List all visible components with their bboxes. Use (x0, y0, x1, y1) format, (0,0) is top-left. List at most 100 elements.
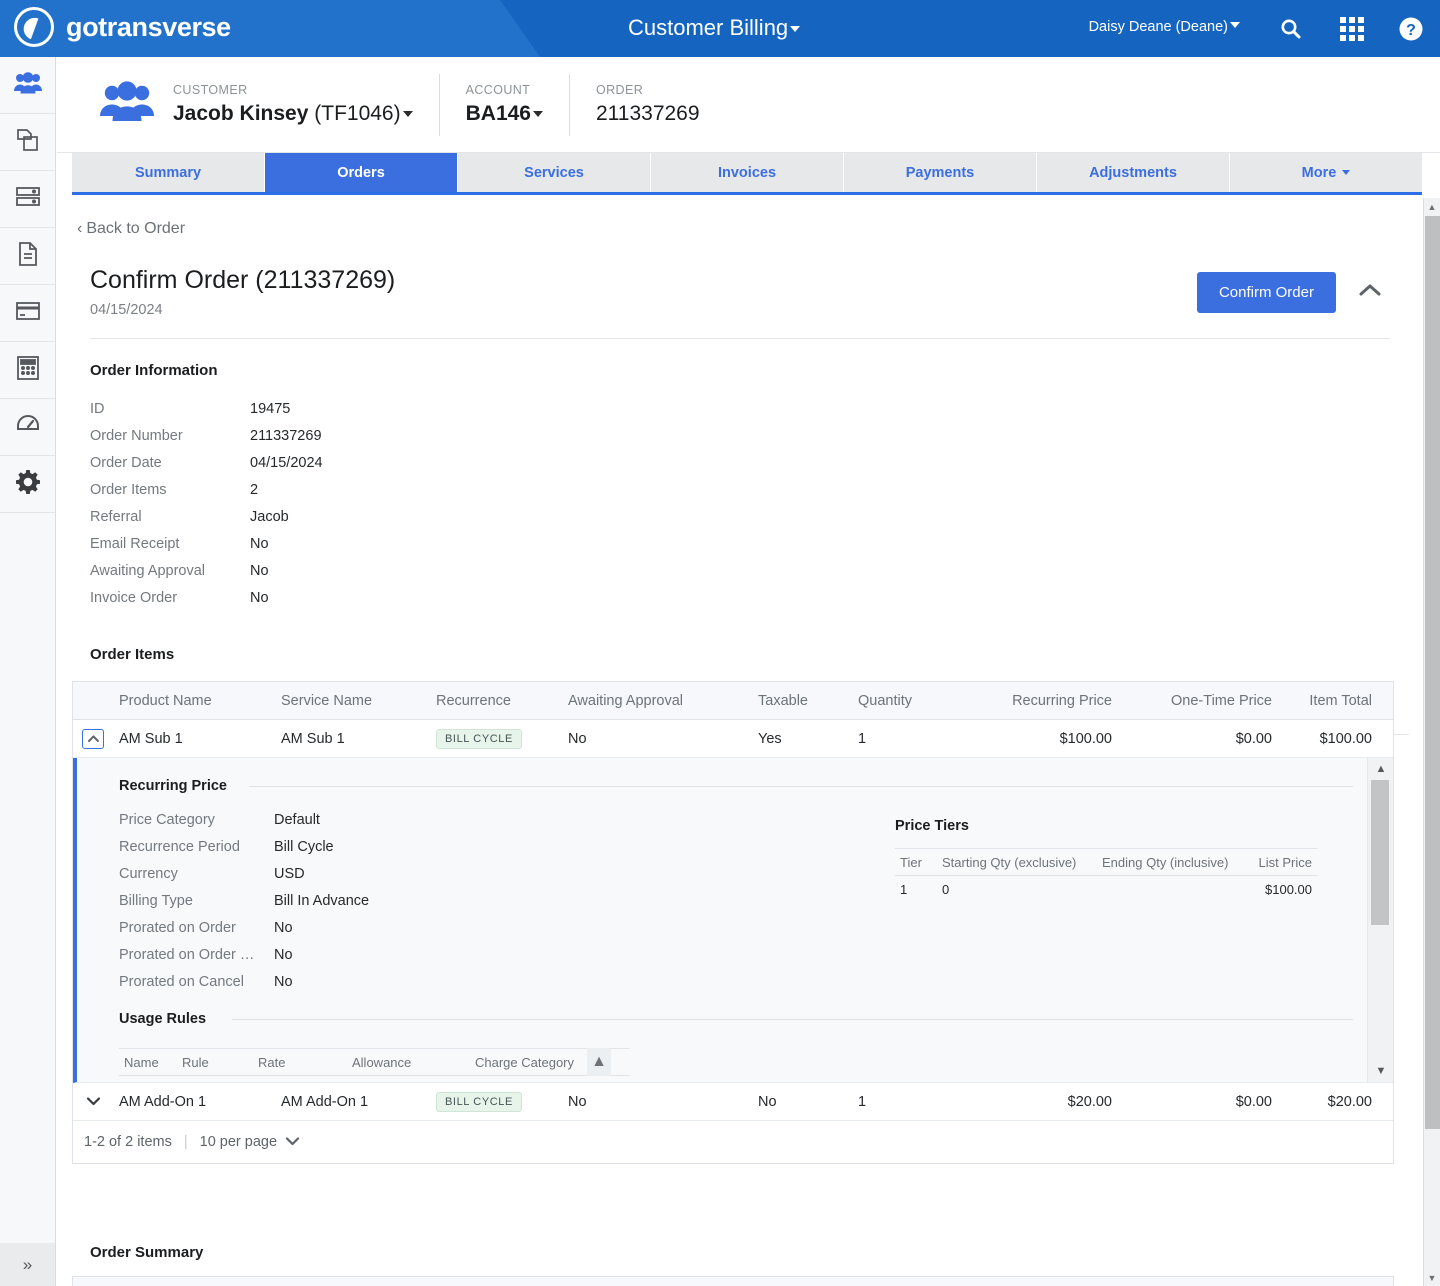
left-rail: » (0, 57, 56, 1286)
column-header-charge-category[interactable]: Charge Category (470, 1055, 587, 1070)
order-summary-heading: Order Summary (90, 1244, 204, 1261)
cell-one-time-price: $0.00 (1235, 1093, 1272, 1110)
order-items-heading: Order Items (90, 646, 175, 663)
sidebar-item-documents[interactable] (0, 228, 55, 285)
detail-value: Bill Cycle (274, 838, 334, 855)
apps-grid-icon[interactable] (1337, 14, 1367, 44)
scroll-up-icon[interactable]: ▲ (1424, 198, 1440, 215)
scroll-down-icon[interactable]: ▼ (1368, 1062, 1393, 1080)
column-header-allowance[interactable]: Allowance (347, 1055, 470, 1070)
row-detail-content: Recurring Price Price Category Default Re… (77, 758, 1367, 1082)
collapse-card-icon[interactable] (1357, 282, 1383, 303)
help-icon[interactable]: ? (1396, 14, 1426, 44)
sidebar-item-customers[interactable] (0, 57, 55, 114)
tab-orders[interactable]: Orders (265, 153, 458, 192)
per-page-select[interactable]: 10 per page (200, 1134, 300, 1150)
detail-row: Price Category Default (119, 806, 369, 833)
tab-payments[interactable]: Payments (844, 153, 1037, 192)
detail-scrollbar[interactable]: ▲ ▼ (1367, 758, 1393, 1082)
row-expand-button[interactable] (73, 1094, 113, 1109)
chevron-down-icon[interactable] (86, 1094, 101, 1109)
chevron-up-icon[interactable] (82, 728, 104, 749)
sidebar-item-settings[interactable] (0, 456, 55, 513)
page-scrollbar[interactable]: ▲ ▼ (1423, 198, 1440, 1286)
chevron-down-icon[interactable] (532, 111, 543, 117)
context-divider (568, 73, 570, 136)
table-row[interactable]: AM Add-On 1 AM Add-On 1 BILL CYCLE No No… (73, 1083, 1393, 1121)
scroll-down-icon[interactable]: ▼ (1424, 1269, 1440, 1286)
info-row: Order Items 2 (90, 476, 323, 503)
column-header-recurring-price[interactable]: Recurring Price (952, 693, 1118, 709)
info-key: Order Items (90, 481, 167, 498)
chevron-down-icon (285, 1134, 300, 1150)
column-header-name[interactable]: Name (119, 1055, 177, 1070)
info-row: Email Receipt No (90, 530, 323, 557)
column-header-rule[interactable]: Rule (177, 1055, 253, 1070)
cell-quantity: 1 (858, 1093, 867, 1110)
column-header-recurrence[interactable]: Recurrence (430, 693, 562, 709)
sort-ascending-icon[interactable]: ▲ (587, 1048, 611, 1076)
info-value: No (250, 562, 269, 579)
cell-starting-qty: 0 (942, 881, 950, 897)
calculator-icon (16, 355, 40, 386)
detail-scrollbar-thumb[interactable] (1371, 780, 1389, 925)
app-title-menu[interactable]: Customer Billing (628, 15, 801, 41)
account-label: ACCOUNT (465, 83, 531, 97)
detail-key: Prorated on Order (119, 919, 236, 936)
sidebar-item-dashboards[interactable] (0, 399, 55, 456)
row-collapse-button[interactable] (73, 728, 113, 749)
sidebar-item-billing[interactable] (0, 342, 55, 399)
customer-label: CUSTOMER (173, 83, 248, 97)
sidebar-item-servers[interactable] (0, 171, 55, 228)
page-scrollbar-thumb[interactable] (1425, 216, 1440, 1129)
column-header-taxable[interactable]: Taxable (752, 693, 852, 709)
tab-summary[interactable]: Summary (72, 153, 265, 192)
info-value: No (250, 535, 269, 552)
column-header-one-time-price[interactable]: One-Time Price (1118, 693, 1278, 709)
column-header-service-name[interactable]: Service Name (275, 693, 430, 709)
confirm-order-button[interactable]: Confirm Order (1196, 272, 1336, 313)
customer-name: Jacob Kinsey (173, 102, 309, 125)
column-header-product-name[interactable]: Product Name (113, 693, 275, 709)
recurrence-badge: BILL CYCLE (436, 1091, 522, 1112)
recurring-price-rule (249, 786, 1353, 787)
per-page-label: 10 per page (199, 1134, 278, 1150)
column-header-rate[interactable]: Rate (253, 1055, 347, 1070)
info-key: ID (90, 400, 105, 417)
order-summary-grid-header (72, 1276, 1394, 1286)
sidebar-item-payments[interactable] (0, 285, 55, 342)
gauge-icon (15, 413, 41, 442)
account-context[interactable]: ACCOUNT BA146 (466, 83, 543, 126)
column-header-starting-qty: Starting Qty (exclusive) (942, 854, 1077, 870)
back-to-order-link[interactable]: ‹ Back to Order (77, 220, 185, 238)
sidebar-item-products[interactable] (0, 114, 55, 171)
sidebar-expand-button[interactable]: » (0, 1243, 55, 1286)
column-header-awaiting-approval[interactable]: Awaiting Approval (562, 693, 752, 709)
user-menu[interactable]: Daisy Deane (Deane) (1089, 19, 1240, 35)
app-title-label: Customer Billing (628, 15, 789, 40)
scroll-up-icon[interactable]: ▲ (1368, 760, 1393, 778)
tab-invoices[interactable]: Invoices (651, 153, 844, 192)
table-row[interactable]: AM Sub 1 AM Sub 1 BILL CYCLE No Yes 1 $1… (73, 720, 1393, 758)
column-header-quantity[interactable]: Quantity (852, 693, 952, 709)
info-value: 2 (250, 481, 259, 498)
info-row: Order Date 04/15/2024 (90, 449, 323, 476)
chevron-down-icon (1342, 170, 1351, 175)
detail-value: USD (274, 865, 305, 882)
cell-list-price: $100.00 (1265, 881, 1312, 897)
price-tiers-header-row: Tier Starting Qty (exclusive) Ending Qty… (895, 848, 1317, 876)
document-icon (16, 241, 40, 272)
tab-more[interactable]: More (1230, 153, 1422, 192)
customer-context[interactable]: CUSTOMER Jacob Kinsey (TF1046) (173, 83, 413, 126)
account-number: BA146 (465, 102, 531, 125)
tab-adjustments[interactable]: Adjustments (1037, 153, 1230, 192)
tab-services[interactable]: Services (458, 153, 651, 192)
column-header-ending-qty: Ending Qty (inclusive) (1102, 854, 1229, 870)
search-icon[interactable] (1276, 14, 1306, 44)
chevron-down-icon[interactable] (402, 111, 413, 117)
customer-value: Jacob Kinsey (TF1046) (173, 102, 413, 126)
column-header-item-total[interactable]: Item Total (1278, 693, 1383, 709)
cell-service-name: AM Sub 1 (281, 730, 345, 747)
info-row: Order Number 211337269 (90, 422, 323, 449)
brand-logo[interactable]: gotransverse (14, 7, 231, 47)
